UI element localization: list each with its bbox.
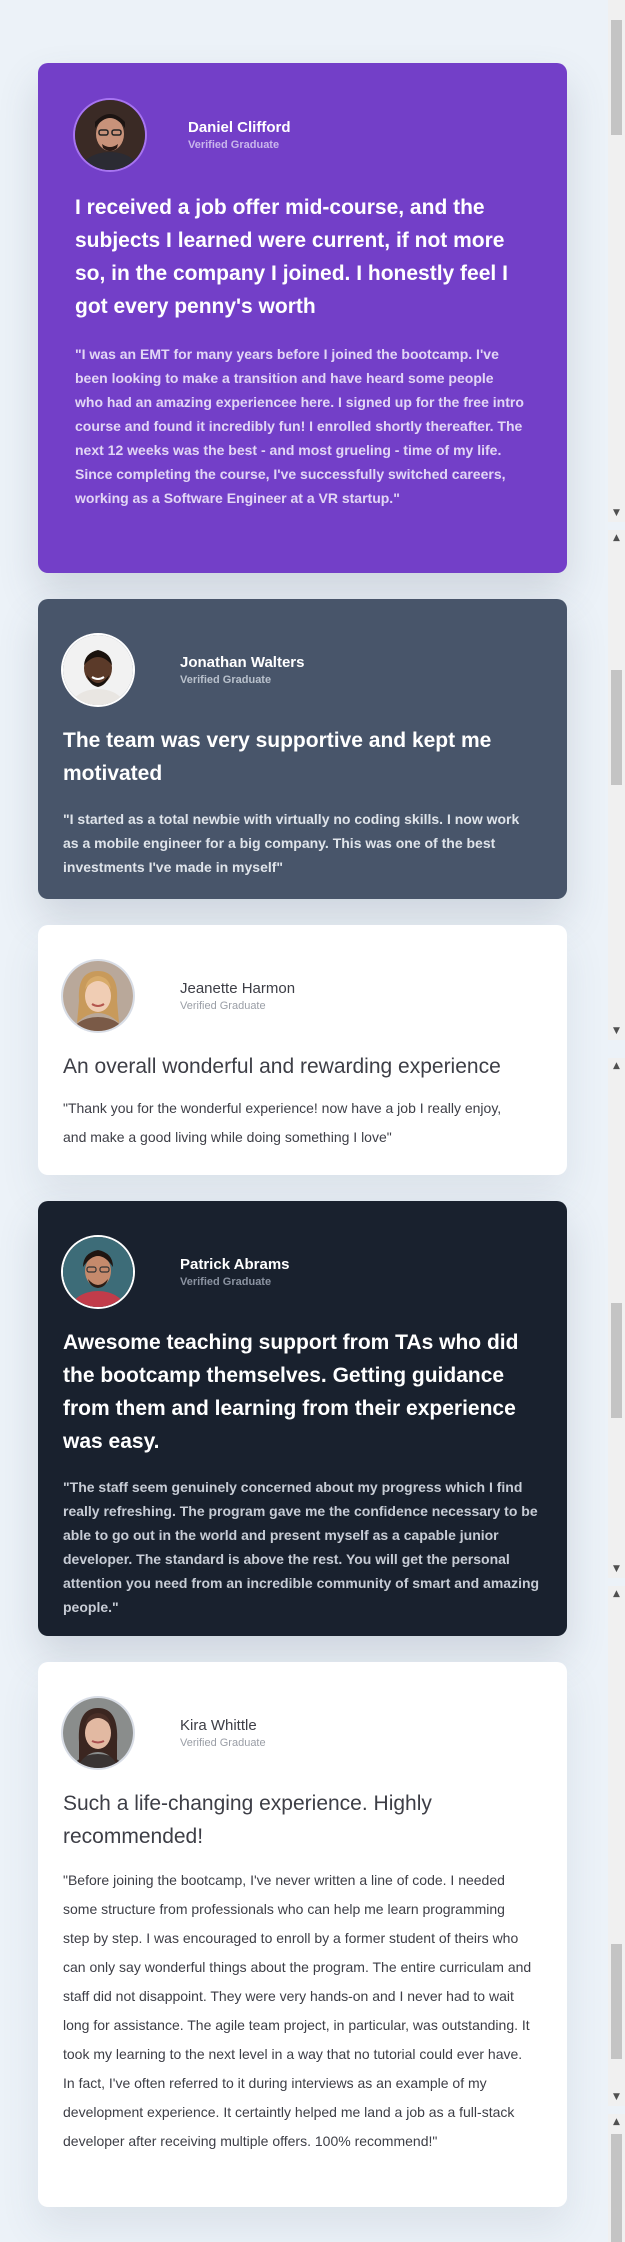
testimonial-card: Patrick Abrams Verified Graduate Awesome… [38, 1201, 567, 1636]
author-status: Verified Graduate [188, 139, 280, 151]
testimonial-headline: The team was very supportive and kept me… [63, 729, 492, 785]
author-info: Daniel Clifford Verified Graduate [188, 118, 291, 152]
portrait-jeanette [63, 961, 133, 1031]
testimonial-headline: I received a job offer mid-course, and t… [75, 196, 508, 318]
scrollbar-thumb[interactable] [611, 1944, 622, 2059]
testimonial-quote: "Before joining the bootcamp, I've never… [63, 1872, 532, 2149]
portrait-patrick [63, 1237, 133, 1307]
author-name: Daniel Clifford [188, 119, 291, 136]
testimonial-card: Jeanette Harmon Verified Graduate An ove… [38, 925, 567, 1175]
card-header: Patrick Abrams Verified Graduate [63, 1201, 537, 1307]
scrollbar-thumb[interactable] [611, 2134, 622, 2242]
author-status: Verified Graduate [180, 1000, 266, 1012]
arrow-down-icon[interactable]: ▼ [612, 1565, 621, 1574]
testimonial-card: Jonathan Walters Verified Graduate The t… [38, 599, 567, 899]
testimonial-quote: "The staff seem genuinely concerned abou… [63, 1479, 540, 1615]
avatar [75, 100, 145, 170]
author-info: Jeanette Harmon Verified Graduate [180, 979, 295, 1013]
scrollbar-1[interactable]: ▼ [608, 0, 625, 522]
scrollbar-5[interactable]: ▲ [608, 2114, 625, 2242]
author-status: Verified Graduate [180, 1737, 266, 1749]
portrait-jonathan [63, 635, 133, 705]
testimonials-page: ▼ ▲ ▼ ▲ ▼ ▲ ▼ ▲ Daniel Clifford Verified… [0, 0, 625, 2242]
card-header: Jeanette Harmon Verified Graduate [63, 925, 537, 1031]
testimonial-quote: "I started as a total newbie with virtua… [63, 811, 520, 875]
scrollbar-thumb[interactable] [611, 670, 622, 785]
author-name: Jeanette Harmon [180, 980, 296, 997]
portrait-kira [63, 1698, 133, 1768]
testimonial-quote: "Thank you for the wonderful experience!… [63, 1100, 502, 1145]
arrow-down-icon[interactable]: ▼ [612, 2093, 621, 2102]
portrait-daniel [75, 100, 145, 170]
scrollbar-4[interactable]: ▲ ▼ [608, 1586, 625, 2106]
arrow-down-icon[interactable]: ▼ [612, 1027, 621, 1036]
author-info: Patrick Abrams Verified Graduate [180, 1255, 290, 1289]
arrow-up-icon[interactable]: ▲ [612, 2118, 621, 2127]
avatar [63, 1698, 133, 1768]
arrow-up-icon[interactable]: ▲ [612, 534, 621, 543]
testimonial-list: Daniel Clifford Verified Graduate I rece… [38, 63, 567, 2233]
author-status: Verified Graduate [180, 1276, 272, 1288]
arrow-up-icon[interactable]: ▲ [612, 1062, 621, 1071]
author-info: Kira Whittle Verified Graduate [180, 1716, 266, 1750]
scrollbar-thumb[interactable] [611, 1303, 622, 1418]
testimonial-headline: An overall wonderful and rewarding exper… [63, 1055, 501, 1078]
scrollbar-thumb[interactable] [611, 20, 622, 135]
testimonial-headline: Such a life-changing experience. Highly … [63, 1792, 432, 1848]
card-header: Daniel Clifford Verified Graduate [75, 63, 537, 170]
arrow-up-icon[interactable]: ▲ [612, 1590, 621, 1599]
avatar [63, 1237, 133, 1307]
author-status: Verified Graduate [180, 674, 272, 686]
card-header: Jonathan Walters Verified Graduate [63, 599, 537, 705]
avatar [63, 961, 133, 1031]
avatar [63, 635, 133, 705]
testimonial-card: Kira Whittle Verified Graduate Such a li… [38, 1662, 567, 2207]
scrollbar-2[interactable]: ▲ ▼ [608, 530, 625, 1040]
author-info: Jonathan Walters Verified Graduate [180, 653, 304, 687]
card-header: Kira Whittle Verified Graduate [63, 1662, 537, 1768]
scrollbar-3[interactable]: ▲ ▼ [608, 1058, 625, 1578]
testimonial-headline: Awesome teaching support from TAs who di… [63, 1331, 519, 1453]
arrow-down-icon[interactable]: ▼ [612, 509, 621, 518]
author-name: Patrick Abrams [180, 1256, 290, 1273]
testimonial-quote: "I was an EMT for many years before I jo… [75, 346, 524, 506]
author-name: Jonathan Walters [180, 654, 305, 671]
author-name: Kira Whittle [180, 1717, 257, 1734]
testimonial-card: Daniel Clifford Verified Graduate I rece… [38, 63, 567, 573]
